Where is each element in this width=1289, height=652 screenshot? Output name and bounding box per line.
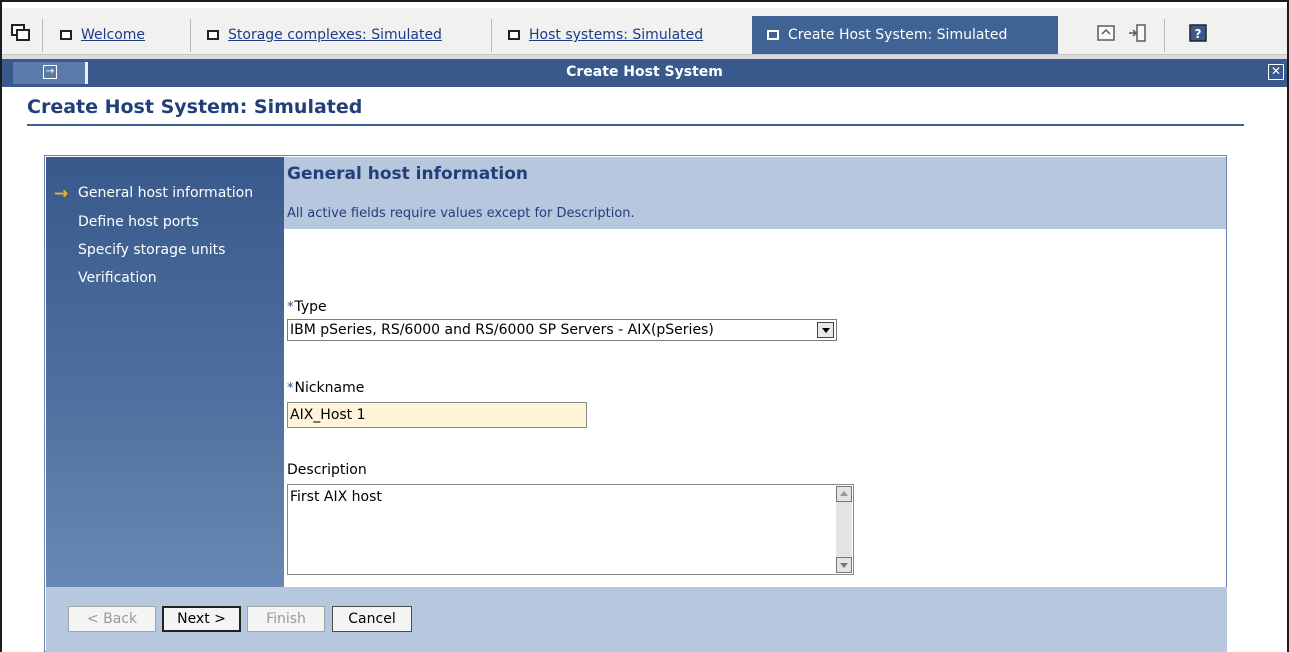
scroll-down-icon[interactable] (836, 557, 852, 573)
tab-label: Create Host System: Simulated (788, 27, 1008, 43)
finish-button[interactable]: Finish (247, 606, 325, 632)
current-step-arrow-icon: → (54, 184, 69, 204)
portlet-title: Create Host System (566, 64, 723, 80)
section-instructions: All active fields require values except … (287, 206, 635, 221)
logout-icon[interactable] (1127, 23, 1149, 43)
tab-box-icon (60, 30, 72, 40)
home-icon[interactable] (1095, 23, 1117, 43)
form-body: *Type IBM pSeries, RS/6000 and RS/6000 S… (284, 229, 1226, 587)
section-title: General host information (287, 164, 528, 184)
required-marker: * (287, 381, 294, 396)
tab-storage-complexes[interactable]: Storage complexes: Simulated (207, 16, 442, 54)
tab-host-systems[interactable]: Host systems: Simulated (508, 16, 703, 54)
type-select-value: IBM pSeries, RS/6000 and RS/6000 SP Serv… (290, 322, 714, 338)
wizard-step-define-host-ports[interactable]: Define host ports (78, 214, 199, 230)
description-scrollbar[interactable] (836, 486, 852, 573)
tab-box-icon (767, 30, 779, 40)
tab-label[interactable]: Host systems: Simulated (529, 27, 703, 43)
type-label: *Type (287, 299, 327, 315)
back-button[interactable]: < Back (68, 606, 156, 632)
wizard-button-bar: < Back Next > Finish Cancel (46, 587, 1227, 652)
tab-box-icon (508, 30, 520, 40)
required-marker: * (287, 300, 294, 315)
type-select[interactable]: IBM pSeries, RS/6000 and RS/6000 SP Serv… (287, 319, 837, 341)
nickname-input[interactable]: AIX_Host 1 (287, 402, 587, 428)
wizard-step-general-host-information[interactable]: General host information (78, 185, 253, 201)
wizard-step-verification[interactable]: Verification (78, 270, 157, 286)
description-textarea[interactable]: First AIX host (287, 484, 854, 575)
next-button[interactable]: Next > (162, 606, 241, 632)
cancel-button[interactable]: Cancel (332, 606, 412, 632)
help-icon[interactable]: ? (1187, 23, 1209, 43)
wizard-steps-nav: → General host information Define host p… (46, 157, 284, 587)
page-title-divider (27, 124, 1244, 126)
page-title: Create Host System: Simulated (27, 96, 363, 118)
wizard-panel: → General host information Define host p… (44, 155, 1227, 652)
portlet-title-bar: → Create Host System ✕ (2, 59, 1287, 87)
close-icon[interactable]: ✕ (1268, 64, 1284, 80)
tab-create-host-system[interactable]: Create Host System: Simulated (752, 16, 1058, 54)
tab-welcome[interactable]: Welcome (60, 16, 145, 54)
scroll-up-icon[interactable] (836, 486, 852, 502)
svg-text:?: ? (1195, 27, 1202, 41)
tab-box-icon (207, 30, 219, 40)
section-header: General host information All active fiel… (284, 157, 1226, 229)
description-label: Description (287, 462, 367, 478)
nickname-label: *Nickname (287, 380, 365, 396)
wizard-step-specify-storage-units[interactable]: Specify storage units (78, 242, 225, 258)
tab-bar: Welcome Storage complexes: Simulated Hos… (2, 8, 1287, 55)
tab-label[interactable]: Storage complexes: Simulated (228, 27, 442, 43)
description-value: First AIX host (290, 489, 382, 505)
chevron-down-icon[interactable] (817, 322, 834, 338)
tab-label[interactable]: Welcome (81, 27, 145, 43)
window-icon[interactable] (10, 23, 32, 43)
